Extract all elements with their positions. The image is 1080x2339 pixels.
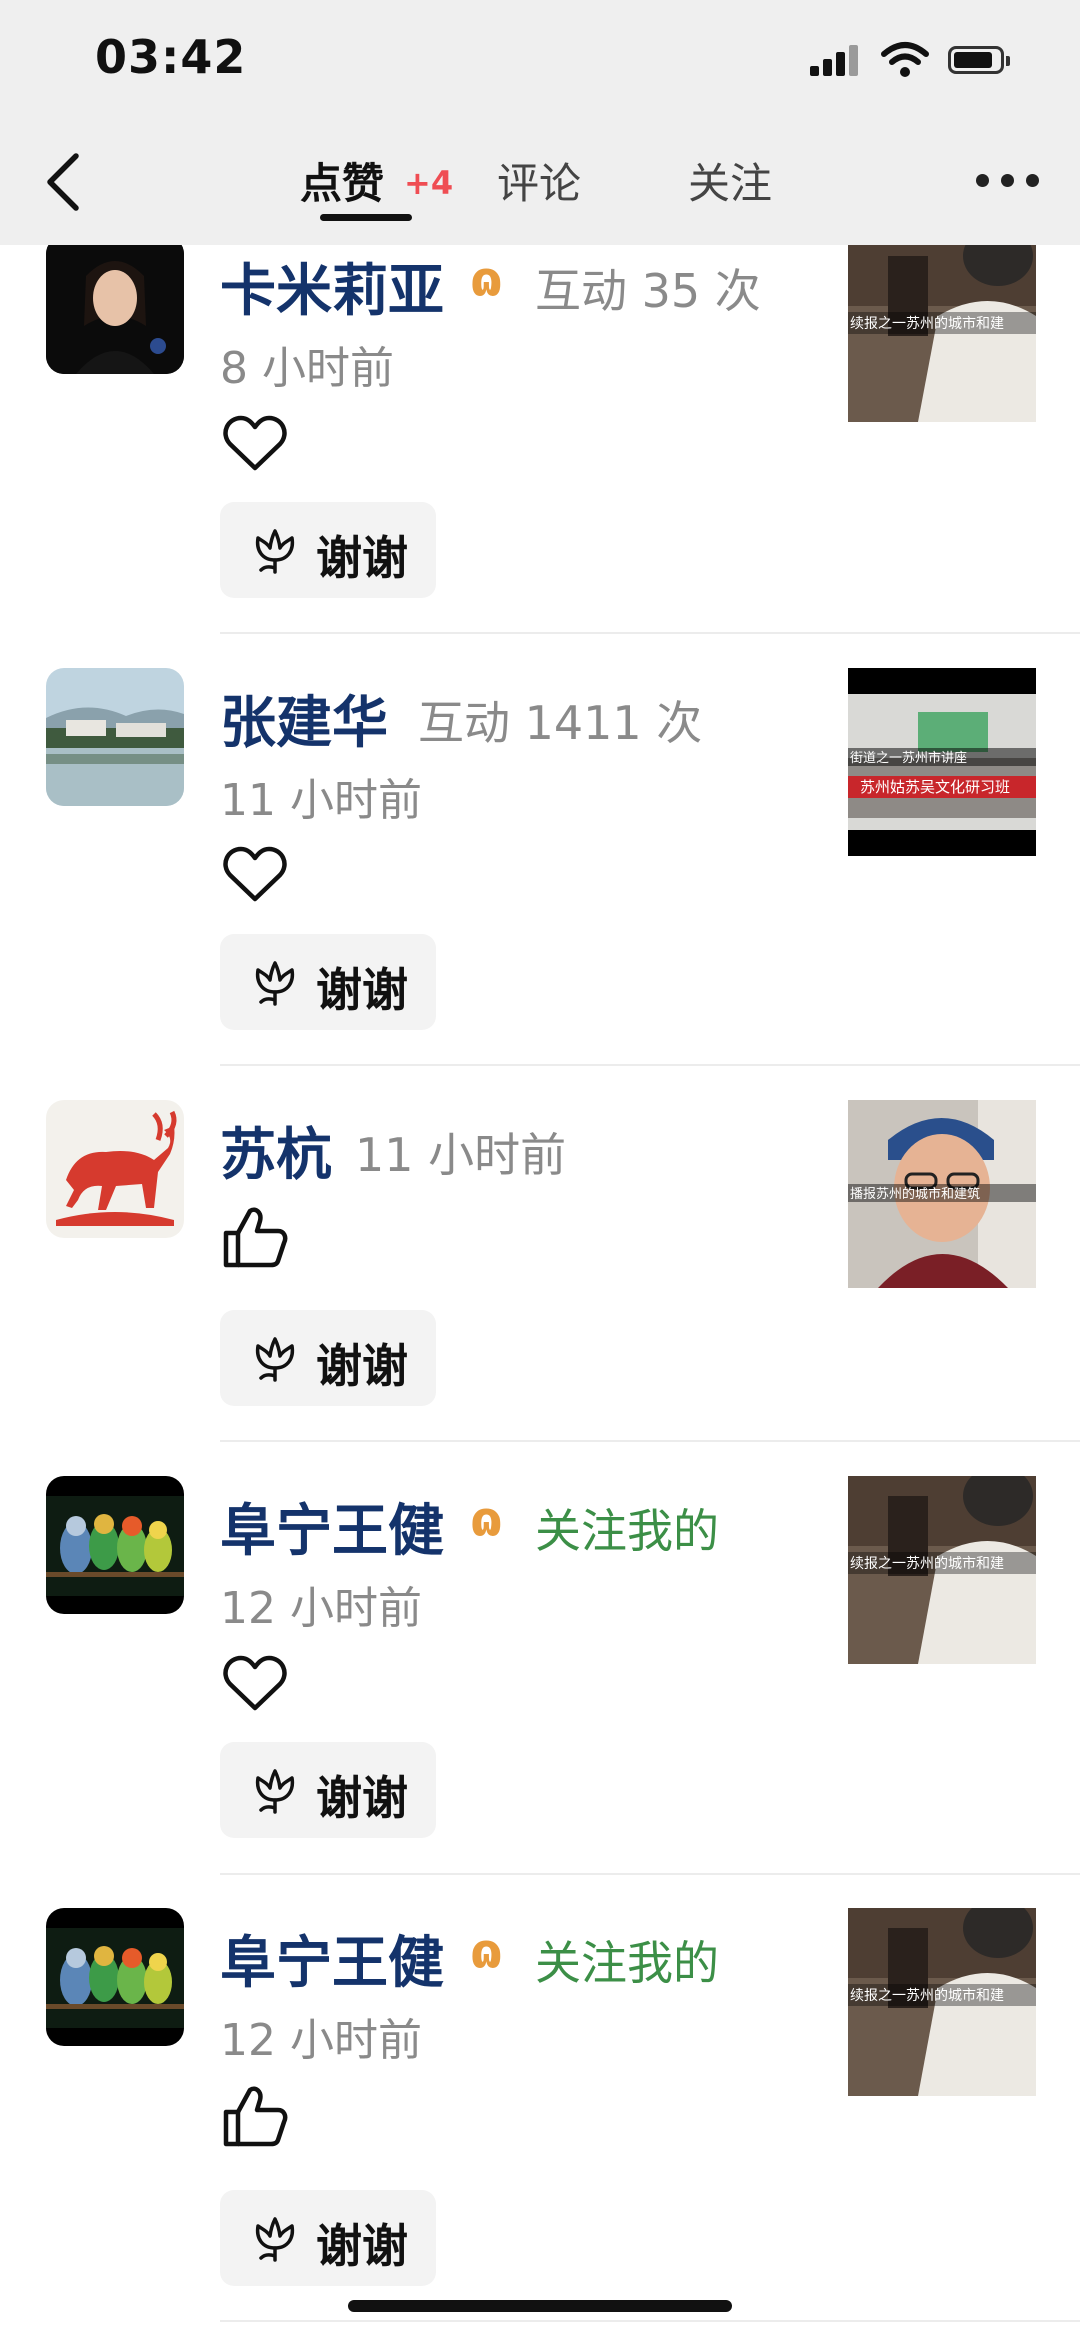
thanks-button[interactable]: 谢谢 <box>220 2190 436 2286</box>
svg-text:苏州姑苏吴文化研习班: 苏州姑苏吴文化研习班 <box>860 778 1010 796</box>
user-name[interactable]: 阜宁王健 <box>220 1918 444 1999</box>
likes-feed: 卡米莉亚 ɷ 互动 35 次 8 小时前 谢谢 续报之一苏州的城市和建 张建华 … <box>0 0 1080 2339</box>
post-thumbnail[interactable]: 续报之一苏州的城市和建 <box>848 1908 1036 2096</box>
tab-comments-label: 评论 <box>497 159 582 208</box>
vip-icon: ɷ <box>470 1924 503 1980</box>
svg-text:续报之一苏州的城市和建: 续报之一苏州的城市和建 <box>850 1987 1004 2004</box>
new-likes-badge: +4 <box>404 164 454 202</box>
post-thumbnail[interactable]: 续报之一苏州的城市和建 <box>848 236 1036 422</box>
tab-likes[interactable]: 点赞 <box>300 150 384 211</box>
wifi-icon <box>881 42 929 77</box>
tab-follows-label: 关注 <box>688 159 773 208</box>
status-icons <box>810 40 1010 80</box>
divider <box>220 1873 1080 1875</box>
thanks-label: 谢谢 <box>316 1771 408 1825</box>
heart-icon[interactable] <box>222 412 288 474</box>
flower-icon <box>255 2217 295 2262</box>
active-tab-indicator <box>320 214 412 221</box>
home-indicator[interactable] <box>348 2300 732 2312</box>
flower-icon <box>255 1769 295 1814</box>
avatar[interactable] <box>46 1100 184 1238</box>
time-ago: 12 小时前 <box>220 1583 422 1634</box>
time-ago: 12 小时前 <box>220 2015 422 2066</box>
avatar[interactable] <box>46 1476 184 1614</box>
thanks-label: 谢谢 <box>316 1339 408 1393</box>
avatar[interactable] <box>46 1908 184 2046</box>
time-ago: 11 小时前 <box>220 775 422 826</box>
tab-comments[interactable]: 评论 <box>497 150 581 211</box>
divider <box>220 1064 1080 1066</box>
interaction-count: 互动 35 次 <box>535 264 761 318</box>
thanks-label: 谢谢 <box>316 531 408 585</box>
divider <box>220 2320 1080 2322</box>
time-ago: 11 小时前 <box>355 1128 567 1182</box>
user-name[interactable]: 卡米莉亚 <box>220 246 444 327</box>
divider <box>220 632 1080 634</box>
top-bar: 03:42 点赞 +4 评论 关注 <box>0 0 1080 245</box>
thanks-button[interactable]: 谢谢 <box>220 1310 436 1406</box>
status-time: 03:42 <box>95 30 247 84</box>
time-ago: 8 小时前 <box>220 343 394 394</box>
follow-status: 关注我的 <box>535 1504 719 1558</box>
avatar[interactable] <box>46 236 184 374</box>
thumbs-up-icon[interactable] <box>222 2082 288 2148</box>
thanks-button[interactable]: 谢谢 <box>220 502 436 598</box>
user-name[interactable]: 张建华 <box>220 678 388 759</box>
avatar[interactable] <box>46 668 184 806</box>
thanks-button[interactable]: 谢谢 <box>220 1742 436 1838</box>
user-name[interactable]: 苏杭 <box>220 1110 332 1191</box>
thumbs-up-icon[interactable] <box>222 1203 288 1269</box>
tab-follows[interactable]: 关注 <box>688 150 772 211</box>
interaction-count: 互动 1411 次 <box>418 696 703 750</box>
battery-icon <box>948 46 1010 74</box>
post-thumbnail[interactable]: 续报之一苏州的城市和建 <box>848 1476 1036 1664</box>
svg-text:街道之一苏州市讲座: 街道之一苏州市讲座 <box>850 750 967 766</box>
svg-text:续报之一苏州的城市和建: 续报之一苏州的城市和建 <box>850 1555 1004 1572</box>
vip-icon: ɷ <box>470 1492 503 1548</box>
svg-text:续报之一苏州的城市和建: 续报之一苏州的城市和建 <box>850 315 1004 332</box>
follow-status: 关注我的 <box>535 1936 719 1990</box>
post-thumbnail[interactable]: 播报苏州的城市和建筑 <box>848 1100 1036 1288</box>
flower-icon <box>255 529 295 574</box>
signal-icon <box>810 40 860 80</box>
thanks-label: 谢谢 <box>316 963 408 1017</box>
thanks-button[interactable]: 谢谢 <box>220 934 436 1030</box>
flower-icon <box>255 1337 295 1382</box>
user-name[interactable]: 阜宁王健 <box>220 1486 444 1567</box>
heart-icon[interactable] <box>222 1652 288 1714</box>
back-icon[interactable] <box>42 150 86 214</box>
more-options-icon[interactable] <box>976 170 1040 190</box>
svg-text:播报苏州的城市和建筑: 播报苏州的城市和建筑 <box>850 1186 980 1202</box>
flower-icon <box>255 961 295 1006</box>
tab-likes-label: 点赞 <box>300 159 385 208</box>
divider <box>220 1440 1080 1442</box>
thanks-label: 谢谢 <box>316 2219 408 2273</box>
heart-icon[interactable] <box>222 843 288 905</box>
vip-icon: ɷ <box>470 252 503 308</box>
post-thumbnail[interactable]: 苏州姑苏吴文化研习班 街道之一苏州市讲座 <box>848 668 1036 856</box>
